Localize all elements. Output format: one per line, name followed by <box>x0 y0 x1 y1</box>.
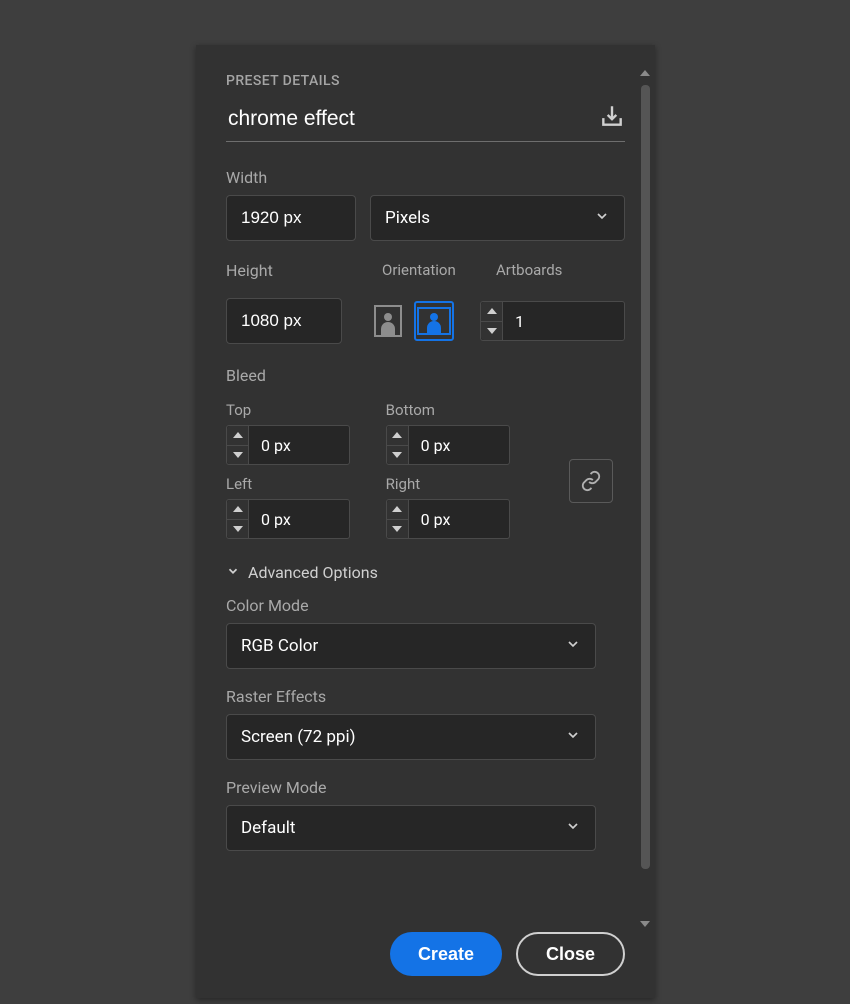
bleed-grid: Top 0 px Bottom 0 px <box>226 401 625 539</box>
color-mode-label: Color Mode <box>226 596 625 615</box>
bleed-left-input[interactable]: 0 px <box>226 499 350 539</box>
preview-mode-select[interactable]: Default <box>226 805 596 851</box>
chevron-down-icon <box>565 818 581 839</box>
panel-body: PRESET DETAILS Width Pixels <box>196 45 655 910</box>
bleed-bottom-stepper[interactable] <box>387 426 409 464</box>
stepper-down-icon[interactable] <box>387 520 408 539</box>
chevron-down-icon <box>565 636 581 657</box>
chevron-down-icon <box>565 727 581 748</box>
raster-effects-label: Raster Effects <box>226 687 625 706</box>
save-preset-icon[interactable] <box>599 103 625 137</box>
stepper-down-icon[interactable] <box>387 446 408 465</box>
artboards-input[interactable]: 1 <box>480 301 625 341</box>
stepper-up-icon[interactable] <box>227 426 248 446</box>
bleed-top-input[interactable]: 0 px <box>226 425 350 465</box>
advanced-options-toggle[interactable]: Advanced Options <box>226 563 625 582</box>
panel-title: PRESET DETAILS <box>226 73 625 89</box>
create-button[interactable]: Create <box>390 932 502 976</box>
orientation-label: Orientation <box>382 261 470 279</box>
raster-effects-value: Screen (72 ppi) <box>241 727 356 747</box>
bleed-top-value: 0 px <box>249 426 349 464</box>
link-bleed-button[interactable] <box>569 459 613 503</box>
chevron-down-icon <box>226 563 240 582</box>
bleed-label: Bleed <box>226 366 625 385</box>
scroll-down-icon[interactable] <box>639 918 651 930</box>
width-input[interactable] <box>226 195 356 241</box>
artboards-value: 1 <box>503 302 624 340</box>
orientation-portrait-button[interactable] <box>368 301 408 341</box>
scroll-up-icon[interactable] <box>639 67 651 79</box>
bleed-right-stepper[interactable] <box>387 500 409 538</box>
advanced-options-label: Advanced Options <box>248 563 378 582</box>
artboards-label: Artboards <box>496 261 625 279</box>
bleed-right-label: Right <box>386 475 522 493</box>
bleed-top-label: Top <box>226 401 362 419</box>
height-input[interactable] <box>226 298 342 344</box>
bleed-top-stepper[interactable] <box>227 426 249 464</box>
height-label: Height <box>226 261 356 280</box>
panel-footer: Create Close <box>196 910 655 998</box>
chevron-down-icon <box>594 208 610 229</box>
bleed-left-value: 0 px <box>249 500 349 538</box>
stepper-down-icon[interactable] <box>227 446 248 465</box>
stepper-down-icon[interactable] <box>481 322 502 341</box>
color-mode-value: RGB Color <box>241 636 318 656</box>
preview-mode-value: Default <box>241 818 295 838</box>
preview-mode-label: Preview Mode <box>226 778 625 797</box>
stepper-up-icon[interactable] <box>227 500 248 520</box>
orientation-landscape-button[interactable] <box>414 301 454 341</box>
bleed-right-value: 0 px <box>409 500 509 538</box>
bleed-left-stepper[interactable] <box>227 500 249 538</box>
stepper-up-icon[interactable] <box>387 426 408 446</box>
color-mode-select[interactable]: RGB Color <box>226 623 596 669</box>
raster-effects-select[interactable]: Screen (72 ppi) <box>226 714 596 760</box>
bleed-left-label: Left <box>226 475 362 493</box>
bleed-bottom-value: 0 px <box>409 426 509 464</box>
bleed-right-input[interactable]: 0 px <box>386 499 510 539</box>
close-button[interactable]: Close <box>516 932 625 976</box>
preset-name-input[interactable] <box>226 103 587 137</box>
bleed-bottom-input[interactable]: 0 px <box>386 425 510 465</box>
stepper-down-icon[interactable] <box>227 520 248 539</box>
stepper-up-icon[interactable] <box>481 302 502 322</box>
artboards-stepper[interactable] <box>481 302 503 340</box>
width-label: Width <box>226 168 625 187</box>
units-select[interactable]: Pixels <box>370 195 625 241</box>
bleed-bottom-label: Bottom <box>386 401 522 419</box>
units-value: Pixels <box>385 208 430 228</box>
stepper-up-icon[interactable] <box>387 500 408 520</box>
preset-details-panel: PRESET DETAILS Width Pixels <box>196 45 655 998</box>
preset-name-row <box>226 103 625 142</box>
scrollbar-thumb[interactable] <box>641 85 650 869</box>
